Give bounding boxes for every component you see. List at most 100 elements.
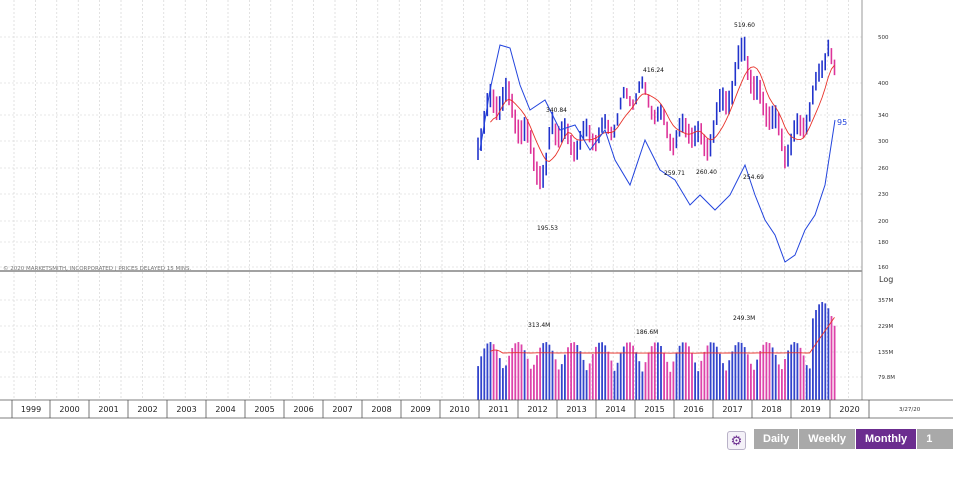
year-axis: 1999 2000 2001 2002 2003 2004 2005 2006 2007 2008… <box>0 399 953 419</box>
volume-bar <box>774 354 777 400</box>
volume-bar <box>740 342 743 400</box>
price-tick-label: 200 <box>878 219 889 225</box>
volume-bar <box>647 352 650 400</box>
volume-bar <box>777 364 780 400</box>
volume-bar <box>613 370 616 400</box>
volume-bar <box>502 368 504 400</box>
volume-bar <box>526 358 529 400</box>
volume-bar <box>805 365 808 400</box>
year-label: 2005 <box>254 405 274 414</box>
volume-bar <box>650 346 653 400</box>
volume-bar <box>573 342 576 400</box>
volume-bar <box>734 345 737 400</box>
year-label: 2011 <box>488 405 508 414</box>
volume-bar <box>815 310 817 400</box>
volume-tick-label: 135M <box>878 350 893 356</box>
volume-bar <box>808 368 811 400</box>
volume-bar <box>722 363 724 400</box>
timeframe-selector: Daily Weekly Monthly 1 min ▲ <box>754 429 953 485</box>
volume-bar <box>570 342 572 400</box>
timeframe-monthly-button[interactable]: Monthly <box>856 429 918 449</box>
price-tick-label: 260 <box>878 166 889 172</box>
annotation-low-195: 195.53 <box>537 225 558 232</box>
volume-bar <box>694 362 696 400</box>
volume-bar <box>706 345 709 400</box>
volume-bar <box>514 343 517 400</box>
price-tick-label: 230 <box>878 192 889 198</box>
year-label: 2008 <box>371 405 391 414</box>
volume-bar <box>542 343 545 400</box>
volume-bar <box>588 363 591 400</box>
volume-bar <box>567 347 569 400</box>
volume-bar <box>719 353 721 400</box>
volume-bar <box>619 353 622 400</box>
volume-bar <box>517 342 520 400</box>
volume-bar <box>539 347 541 400</box>
volume-bar <box>787 350 789 400</box>
volume-bar <box>725 370 727 400</box>
annotation-high-416: 416.24 <box>643 67 664 74</box>
volume-bar <box>684 342 687 400</box>
year-label: 2006 <box>293 405 313 414</box>
volume-axis: 357M 229M 135M 79.8M <box>878 298 895 381</box>
volume-bar <box>653 342 656 400</box>
volume-bar <box>709 342 712 400</box>
rs-line-value: 95 <box>837 118 847 127</box>
volume-bar <box>768 343 771 400</box>
volume-bar <box>678 345 681 400</box>
volume-bar <box>753 369 755 400</box>
timeframe-1min-button[interactable]: 1 min ▲ <box>917 429 953 485</box>
year-label: 2002 <box>137 405 157 414</box>
year-label: 1999 <box>21 405 41 414</box>
volume-bar <box>604 345 607 400</box>
volume-bar <box>802 355 805 400</box>
volume-bar <box>545 342 548 400</box>
year-label: 2009 <box>410 405 430 414</box>
year-label: 2018 <box>761 405 781 414</box>
volume-bar <box>691 353 693 400</box>
volume-bar <box>495 349 498 400</box>
annotation-low-260: 260.40 <box>696 169 717 176</box>
volume-bar <box>818 304 820 400</box>
price-tick-label: 180 <box>878 240 889 246</box>
volume-bar <box>641 371 644 400</box>
volume-bar <box>598 342 600 400</box>
volume-bar <box>737 342 740 400</box>
year-label: 2019 <box>800 405 820 414</box>
price-tick-label: 160 <box>878 265 889 271</box>
volume-bar <box>486 343 489 400</box>
volume-bar <box>796 343 799 400</box>
volume-bars <box>477 302 836 400</box>
volume-bar <box>554 359 557 400</box>
volume-bar <box>771 347 774 400</box>
year-label: 2003 <box>176 405 196 414</box>
volume-bar <box>700 360 703 400</box>
volume-bar <box>591 354 594 400</box>
volume-tick-label: 357M <box>878 298 893 304</box>
volume-bar <box>533 364 535 400</box>
volume-bar <box>784 358 786 400</box>
chart-grid <box>0 0 862 400</box>
volume-bar <box>675 352 678 400</box>
price-axis: 500 400 340 300 260 230 200 180 160 <box>878 35 889 271</box>
volume-bar <box>672 361 675 400</box>
volume-bar <box>582 359 585 400</box>
annotation-low-259: 259.71 <box>664 170 685 177</box>
annotation-high-519: 519.60 <box>734 22 755 29</box>
volume-bar <box>728 360 731 400</box>
volume-bar <box>607 351 610 400</box>
volume-bar <box>833 325 836 400</box>
volume-bar <box>483 348 486 400</box>
volume-bar <box>799 347 802 400</box>
volume-bar <box>595 346 597 400</box>
volume-bar <box>579 351 582 400</box>
timeframe-daily-button[interactable]: Daily <box>754 429 800 449</box>
volume-bar <box>746 354 749 400</box>
volume-bar <box>663 352 665 400</box>
year-label: 2015 <box>644 405 664 414</box>
timeframe-weekly-button[interactable]: Weekly <box>799 429 857 449</box>
year-label: 2007 <box>332 405 352 414</box>
gear-icon[interactable]: ⚙ <box>727 431 746 450</box>
price-tick-label: 500 <box>878 35 889 41</box>
volume-bar <box>560 364 563 400</box>
